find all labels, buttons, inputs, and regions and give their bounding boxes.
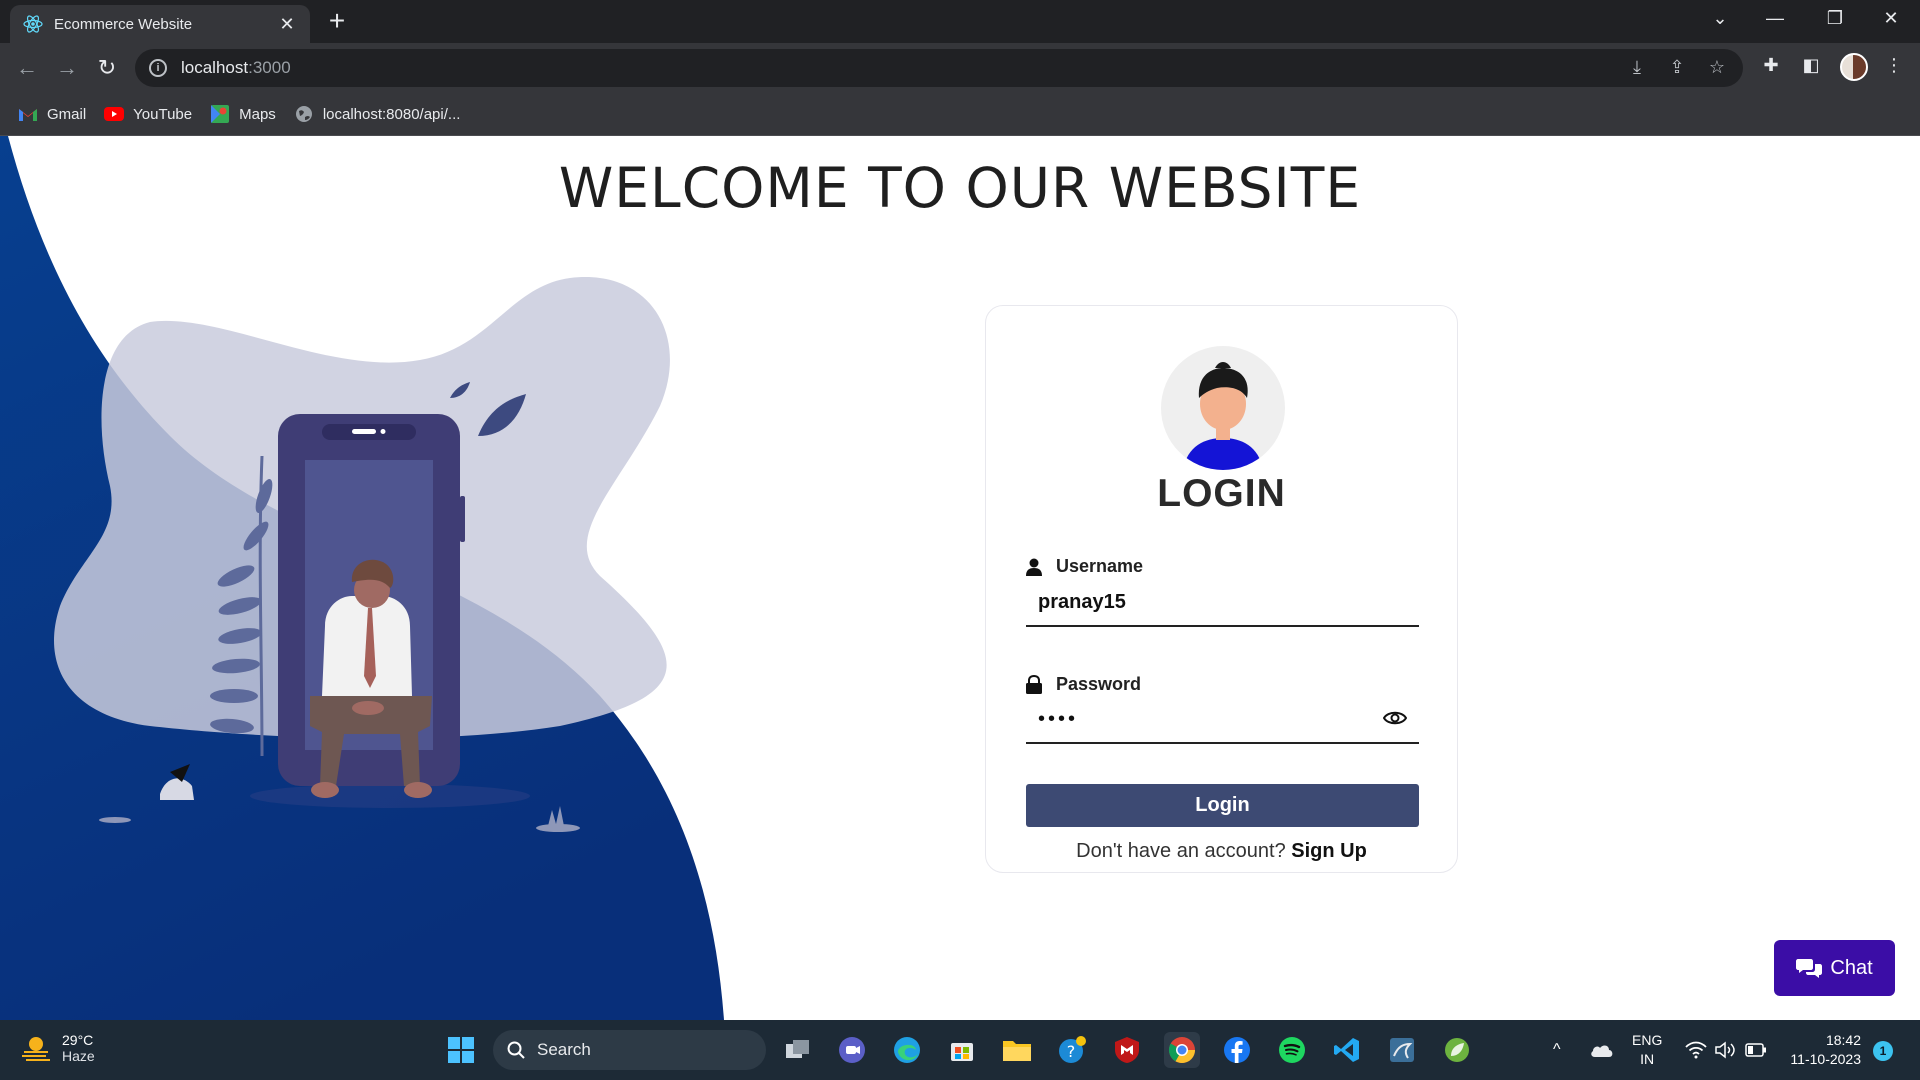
language-line2: IN [1640, 1051, 1655, 1067]
lock-icon [1026, 675, 1042, 694]
help-icon[interactable]: ? [1054, 1032, 1090, 1068]
vscode-icon[interactable] [1329, 1032, 1365, 1068]
weather-temp: 29°C [62, 1032, 94, 1048]
globe-icon [294, 106, 314, 122]
react-icon [22, 13, 44, 35]
language-line1: ENG [1632, 1032, 1663, 1048]
youtube-icon [104, 106, 125, 122]
clock-date: 11-10-2023 [1790, 1051, 1861, 1067]
chrome-icon[interactable] [1164, 1032, 1200, 1068]
haze-weather-icon [22, 1037, 50, 1061]
battery-icon[interactable] [1738, 1032, 1774, 1068]
facebook-icon[interactable] [1219, 1032, 1255, 1068]
install-app-icon[interactable]: ⤓ [1625, 57, 1649, 78]
chat-label: Chat [1830, 956, 1873, 979]
page-content: WELCOME TO OUR WEBSITE LOGIN Username pr… [0, 136, 1920, 1020]
username-label-text: Username [1056, 556, 1144, 576]
eye-icon[interactable] [1382, 709, 1408, 732]
microsoft-store-icon[interactable] [944, 1032, 980, 1068]
bookmark-star-icon[interactable]: ☆ [1705, 57, 1729, 78]
bookmark-localhost-api[interactable]: localhost:8080/api/... [294, 105, 461, 123]
password-value: •••• [1038, 707, 1079, 730]
onedrive-icon[interactable] [1584, 1032, 1620, 1068]
notification-badge[interactable]: 1 [1873, 1041, 1893, 1061]
file-explorer-icon[interactable] [999, 1032, 1035, 1068]
page-title: WELCOME TO OUR WEBSITE [558, 156, 1362, 220]
menu-icon[interactable]: ⋮ [1880, 55, 1908, 76]
gmail-icon [18, 106, 38, 122]
clock-time: 18:42 [1825, 1032, 1861, 1048]
url-port: :3000 [248, 58, 291, 77]
tab-search-chevron-icon[interactable]: ⌄ [1705, 8, 1735, 29]
browser-tab[interactable]: Ecommerce Website ✕ [10, 5, 310, 43]
tab-title: Ecommerce Website [54, 15, 193, 33]
teams-chat-icon[interactable] [834, 1032, 870, 1068]
back-button[interactable]: ← [12, 54, 42, 82]
password-input[interactable]: •••• [1026, 696, 1419, 744]
edge-browser-icon[interactable] [889, 1032, 925, 1068]
mcafee-icon[interactable] [1109, 1032, 1145, 1068]
tab-close-icon[interactable]: ✕ [276, 14, 298, 35]
close-window-button[interactable]: ✕ [1876, 8, 1906, 29]
taskbar-search[interactable]: Search [493, 1030, 766, 1070]
login-card: LOGIN Username pranay15 Password •••• Lo… [985, 305, 1458, 873]
maps-icon [210, 105, 230, 123]
url-host: localhost [181, 58, 249, 77]
new-tab-button[interactable]: + [322, 6, 352, 36]
login-button[interactable]: Login [1026, 784, 1419, 827]
forward-button[interactable]: → [52, 54, 82, 82]
svg-text:?: ? [1067, 1042, 1076, 1061]
username-label: Username [1026, 556, 1143, 577]
username-value: pranay15 [1038, 590, 1126, 613]
search-label: Search [537, 1040, 591, 1059]
address-bar[interactable]: i localhost:3000 ⤓ ⇪ ☆ [135, 49, 1743, 87]
signup-row: Don't have an account? Sign Up [986, 840, 1457, 863]
user-icon [1026, 558, 1042, 576]
minimize-button[interactable]: — [1760, 8, 1790, 29]
side-panel-icon[interactable]: ◧ [1797, 55, 1825, 76]
language-indicator[interactable]: ENG IN [1632, 1031, 1662, 1069]
browser-toolbar: ← → ↻ i localhost:3000 ⤓ ⇪ ☆ ✚ ◧ ⋮ [0, 43, 1920, 93]
windows-start-icon[interactable] [443, 1032, 479, 1068]
username-input[interactable]: pranay15 [1026, 579, 1419, 627]
bookmarks-bar: Gmail YouTube Maps localhost:8080/api/..… [0, 93, 1920, 136]
weather-desc: Haze [62, 1048, 95, 1064]
extensions-icon[interactable]: ✚ [1757, 55, 1785, 76]
spotify-icon[interactable] [1274, 1032, 1310, 1068]
search-icon [507, 1041, 525, 1059]
task-view-icon[interactable] [780, 1032, 816, 1068]
clock[interactable]: 18:42 11-10-2023 [1785, 1031, 1861, 1069]
bookmark-gmail[interactable]: Gmail [18, 106, 86, 123]
windows-taskbar: 29°C Haze Search ? ^ ENG IN 18:42 11-10-… [0, 1020, 1920, 1080]
chat-button[interactable]: Chat [1774, 940, 1895, 996]
spring-tools-icon[interactable] [1439, 1032, 1475, 1068]
chat-bubbles-icon [1796, 959, 1823, 978]
password-label: Password [1026, 674, 1141, 695]
login-illustration [0, 136, 724, 1020]
signup-link[interactable]: Sign Up [1291, 840, 1367, 862]
bookmark-label: Maps [239, 105, 276, 123]
bookmark-label: YouTube [133, 105, 193, 123]
weather-widget[interactable]: 29°C Haze [20, 1032, 95, 1064]
restore-button[interactable]: ❐ [1820, 8, 1850, 29]
signup-prompt: Don't have an account? [1076, 840, 1286, 862]
user-avatar-icon [1161, 346, 1285, 470]
share-icon[interactable]: ⇪ [1665, 57, 1689, 78]
mysql-workbench-icon[interactable] [1384, 1032, 1420, 1068]
profile-avatar[interactable] [1840, 53, 1868, 81]
site-info-icon[interactable]: i [149, 59, 167, 77]
login-heading: LOGIN [1157, 472, 1286, 515]
bookmark-label: localhost:8080/api/... [322, 105, 461, 123]
browser-tab-bar: Ecommerce Website ✕ + ⌄ — ❐ ✕ [0, 0, 1920, 43]
password-label-text: Password [1056, 674, 1142, 694]
bookmark-youtube[interactable]: YouTube [104, 106, 192, 123]
reload-button[interactable]: ↻ [92, 54, 122, 82]
bookmark-maps[interactable]: Maps [210, 105, 276, 123]
bookmark-label: Gmail [47, 105, 87, 123]
show-hidden-icons-chevron[interactable]: ^ [1553, 1040, 1561, 1059]
